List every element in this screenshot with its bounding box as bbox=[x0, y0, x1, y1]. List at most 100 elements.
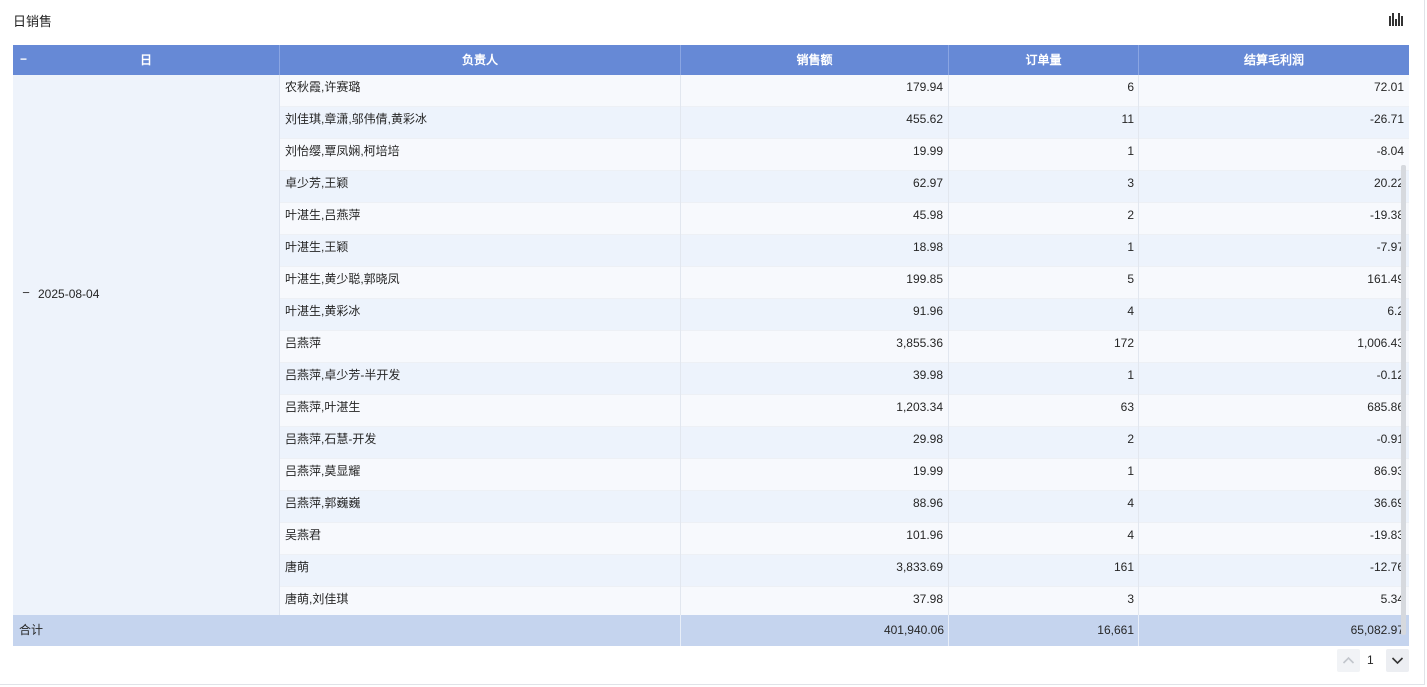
table-row[interactable]: 卓少芳,王颖 62.97 3 20.22 bbox=[280, 171, 1409, 203]
table-row[interactable]: 吕燕萍,石慧-开发 29.98 2 -0.91 bbox=[280, 427, 1409, 459]
pagination: 1 bbox=[1337, 649, 1409, 672]
cell-person: 吕燕萍,莫显耀 bbox=[285, 464, 361, 478]
total-sales: 401,940.06 bbox=[883, 623, 944, 637]
column-separator bbox=[948, 459, 949, 491]
cell-sales: 91.96 bbox=[912, 304, 943, 318]
header-sales[interactable]: 销售额 bbox=[681, 45, 949, 75]
table-row[interactable]: 吕燕萍,叶湛生 1,203.34 63 685.86 bbox=[280, 395, 1409, 427]
cell-sales: 455.62 bbox=[906, 112, 943, 126]
table-row[interactable]: 叶湛生,黄少聪,郭晓凤 199.85 5 161.49 bbox=[280, 267, 1409, 299]
table-row[interactable]: 叶湛生,王颖 18.98 1 -7.97 bbox=[280, 235, 1409, 267]
table-header: 日 − 负责人 销售额 订单量 结算毛利润 bbox=[13, 45, 1409, 75]
column-separator bbox=[1138, 491, 1139, 523]
column-separator bbox=[948, 363, 949, 395]
column-separator bbox=[948, 75, 949, 107]
cell-person: 吴燕君 bbox=[285, 528, 322, 542]
column-separator bbox=[948, 299, 949, 331]
cell-profit: -12.76 bbox=[1369, 560, 1404, 574]
cell-profit: -0.91 bbox=[1376, 432, 1404, 446]
collapse-all-toggle[interactable]: − bbox=[20, 45, 27, 75]
column-separator bbox=[1138, 555, 1139, 587]
cell-person: 吕燕萍,石慧-开发 bbox=[285, 432, 377, 446]
header-profit[interactable]: 结算毛利润 bbox=[1139, 45, 1409, 75]
cell-orders: 4 bbox=[1127, 304, 1134, 318]
column-separator bbox=[680, 587, 681, 615]
cell-profit: 36.69 bbox=[1373, 496, 1404, 510]
next-page-button[interactable] bbox=[1386, 649, 1409, 672]
cell-orders: 6 bbox=[1127, 80, 1134, 94]
cell-orders: 63 bbox=[1120, 400, 1134, 414]
column-separator bbox=[680, 555, 681, 587]
cell-profit: 685.86 bbox=[1367, 400, 1404, 414]
chevron-down-icon bbox=[1391, 657, 1404, 665]
cell-profit: 86.93 bbox=[1373, 464, 1404, 478]
total-label: 合计 bbox=[19, 623, 44, 637]
column-separator bbox=[948, 555, 949, 587]
table-row[interactable]: 吕燕萍,卓少芳-半开发 39.98 1 -0.12 bbox=[280, 363, 1409, 395]
total-row: 合计 401,940.06 16,661 65,082.97 bbox=[13, 615, 1409, 646]
cell-profit: 1,006.43 bbox=[1357, 336, 1404, 350]
cell-person: 叶湛生,黄少聪,郭晓凤 bbox=[285, 272, 400, 286]
cell-sales: 18.98 bbox=[912, 240, 943, 254]
table-row[interactable]: 唐萌,刘佳琪 37.98 3 5.34 bbox=[280, 587, 1409, 615]
table-row[interactable]: 农秋霞,许赛璐 179.94 6 72.01 bbox=[280, 75, 1409, 107]
cell-orders: 161 bbox=[1113, 560, 1134, 574]
cell-sales: 19.99 bbox=[912, 464, 943, 478]
cell-person: 吕燕萍,卓少芳-半开发 bbox=[285, 368, 401, 382]
header-profit-label: 结算毛利润 bbox=[1243, 53, 1304, 67]
cell-profit: 161.49 bbox=[1367, 272, 1404, 286]
table-row[interactable]: 吕燕萍,郭巍巍 88.96 4 36.69 bbox=[280, 491, 1409, 523]
cell-person: 吕燕萍 bbox=[285, 336, 322, 350]
table-row[interactable]: 叶湛生,黄彩冰 91.96 4 6.2 bbox=[280, 299, 1409, 331]
column-separator bbox=[680, 427, 681, 459]
cell-sales: 179.94 bbox=[906, 80, 943, 94]
day-group-cell: − 2025-08-04 bbox=[13, 75, 280, 615]
table-row[interactable]: 刘佳琪,章潇,邬伟倩,黄彩冰 455.62 11 -26.71 bbox=[280, 107, 1409, 139]
current-page: 1 bbox=[1367, 653, 1374, 667]
cell-sales: 3,833.69 bbox=[896, 560, 943, 574]
table-body: − 2025-08-04 农秋霞,许赛璐 179.94 6 72.01 刘佳琪,章潇,邬… bbox=[13, 75, 1409, 615]
cell-orders: 11 bbox=[1121, 112, 1134, 126]
table-row[interactable]: 吕燕萍,莫显耀 19.99 1 86.93 bbox=[280, 459, 1409, 491]
column-separator bbox=[1138, 171, 1139, 203]
bar-chart-icon[interactable] bbox=[1389, 13, 1404, 26]
cell-person: 叶湛生,王颖 bbox=[285, 240, 349, 254]
header-day[interactable]: 日 bbox=[13, 45, 280, 75]
cell-person: 唐萌 bbox=[285, 560, 310, 574]
cell-orders: 2 bbox=[1127, 432, 1134, 446]
table-row[interactable]: 吴燕君 101.96 4 -19.83 bbox=[280, 523, 1409, 555]
table-row[interactable]: 吕燕萍 3,855.36 172 1,006.43 bbox=[280, 331, 1409, 363]
column-separator bbox=[680, 171, 681, 203]
column-separator bbox=[1138, 587, 1139, 615]
column-separator bbox=[1138, 459, 1139, 491]
cell-sales: 101.96 bbox=[906, 528, 943, 542]
column-separator bbox=[1138, 395, 1139, 427]
cell-person: 吕燕萍,叶湛生 bbox=[285, 400, 361, 414]
column-separator bbox=[948, 491, 949, 523]
cell-orders: 172 bbox=[1113, 336, 1134, 350]
cell-sales: 88.96 bbox=[912, 496, 943, 510]
day-collapse-toggle[interactable]: − bbox=[20, 286, 32, 299]
cell-sales: 199.85 bbox=[906, 272, 943, 286]
header-orders[interactable]: 订单量 bbox=[949, 45, 1139, 75]
cell-profit: 5.34 bbox=[1380, 592, 1404, 606]
column-separator bbox=[680, 203, 681, 235]
cell-orders: 3 bbox=[1127, 176, 1134, 190]
header-person[interactable]: 负责人 bbox=[280, 45, 681, 75]
cell-orders: 5 bbox=[1127, 272, 1134, 286]
cell-profit: -19.83 bbox=[1369, 528, 1404, 542]
column-separator bbox=[680, 107, 681, 139]
cell-person: 刘怡缨,覃凤娴,柯培培 bbox=[285, 144, 400, 158]
vertical-scrollbar[interactable] bbox=[1401, 165, 1406, 635]
prev-page-button[interactable] bbox=[1337, 649, 1360, 672]
column-separator bbox=[680, 299, 681, 331]
table-row[interactable]: 唐萌 3,833.69 161 -12.76 bbox=[280, 555, 1409, 587]
column-separator bbox=[1138, 235, 1139, 267]
column-separator bbox=[948, 171, 949, 203]
total-profit: 65,082.97 bbox=[1350, 623, 1404, 637]
cell-profit: -8.04 bbox=[1376, 144, 1404, 158]
column-separator bbox=[948, 523, 949, 555]
column-separator bbox=[1138, 139, 1139, 171]
table-row[interactable]: 刘怡缨,覃凤娴,柯培培 19.99 1 -8.04 bbox=[280, 139, 1409, 171]
table-row[interactable]: 叶湛生,吕燕萍 45.98 2 -19.38 bbox=[280, 203, 1409, 235]
